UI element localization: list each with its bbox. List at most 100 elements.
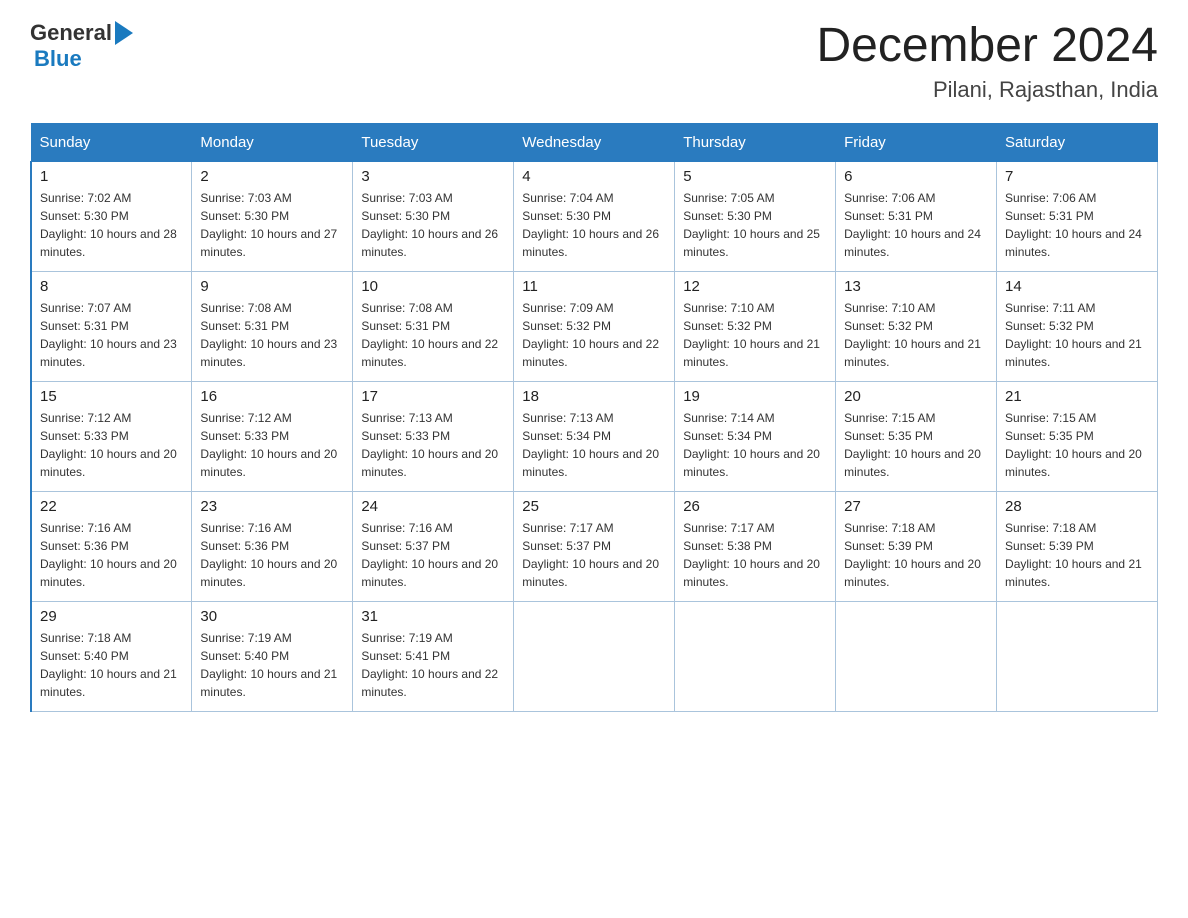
- day-info: Sunrise: 7:04 AMSunset: 5:30 PMDaylight:…: [522, 189, 666, 261]
- day-info: Sunrise: 7:11 AMSunset: 5:32 PMDaylight:…: [1005, 299, 1149, 371]
- header-wednesday: Wednesday: [514, 123, 675, 161]
- page-header: General Blue December 2024 Pilani, Rajas…: [30, 20, 1158, 103]
- day-info: Sunrise: 7:15 AMSunset: 5:35 PMDaylight:…: [844, 409, 988, 481]
- day-number: 27: [844, 498, 988, 515]
- day-number: 30: [200, 608, 344, 625]
- day-info: Sunrise: 7:06 AMSunset: 5:31 PMDaylight:…: [844, 189, 988, 261]
- calendar-cell: 5Sunrise: 7:05 AMSunset: 5:30 PMDaylight…: [675, 161, 836, 271]
- calendar-week-row: 22 Sunrise: 7:16 AMSunset: 5:36 PMDayligh…: [31, 491, 1158, 601]
- day-info: Sunrise: 7:19 AMSunset: 5:41 PMDaylight:…: [361, 629, 505, 701]
- day-number: 7: [1005, 168, 1149, 185]
- day-info: Sunrise: 7:15 AMSunset: 5:35 PMDaylight:…: [1005, 409, 1149, 481]
- day-number: 18: [522, 388, 666, 405]
- day-info: Sunrise: 7:09 AMSunset: 5:32 PMDaylight:…: [522, 299, 666, 371]
- calendar-week-row: 15 Sunrise: 7:12 AMSunset: 5:33 PMDayligh…: [31, 381, 1158, 491]
- calendar-cell: [514, 601, 675, 711]
- day-number: 8: [40, 278, 183, 295]
- day-number: 2: [200, 168, 344, 185]
- month-title: December 2024: [816, 20, 1158, 73]
- logo-triangle-icon: [115, 21, 133, 45]
- day-info: Sunrise: 7:05 AMSunset: 5:30 PMDaylight:…: [683, 189, 827, 261]
- day-number: 13: [844, 278, 988, 295]
- calendar-cell: 20 Sunrise: 7:15 AMSunset: 5:35 PMDayligh…: [836, 381, 997, 491]
- day-info: Sunrise: 7:16 AMSunset: 5:36 PMDaylight:…: [40, 519, 183, 591]
- calendar-cell: 4 Sunrise: 7:04 AMSunset: 5:30 PMDaylight…: [514, 161, 675, 271]
- calendar-cell: 2 Sunrise: 7:03 AMSunset: 5:30 PMDaylight…: [192, 161, 353, 271]
- calendar-header-row: SundayMondayTuesdayWednesdayThursdayFrid…: [31, 123, 1158, 161]
- calendar-cell: [997, 601, 1158, 711]
- day-number: 24: [361, 498, 505, 515]
- calendar-cell: 30 Sunrise: 7:19 AMSunset: 5:40 PMDayligh…: [192, 601, 353, 711]
- calendar-cell: 22 Sunrise: 7:16 AMSunset: 5:36 PMDayligh…: [31, 491, 192, 601]
- day-number: 4: [522, 168, 666, 185]
- header-tuesday: Tuesday: [353, 123, 514, 161]
- calendar-cell: 25 Sunrise: 7:17 AMSunset: 5:37 PMDayligh…: [514, 491, 675, 601]
- day-number: 3: [361, 168, 505, 185]
- calendar-cell: 9Sunrise: 7:08 AMSunset: 5:31 PMDaylight…: [192, 271, 353, 381]
- title-section: December 2024 Pilani, Rajasthan, India: [816, 20, 1158, 103]
- calendar-cell: 14Sunrise: 7:11 AMSunset: 5:32 PMDayligh…: [997, 271, 1158, 381]
- calendar-cell: 11 Sunrise: 7:09 AMSunset: 5:32 PMDayligh…: [514, 271, 675, 381]
- day-info: Sunrise: 7:02 AMSunset: 5:30 PMDaylight:…: [40, 189, 183, 261]
- day-number: 6: [844, 168, 988, 185]
- day-info: Sunrise: 7:06 AMSunset: 5:31 PMDaylight:…: [1005, 189, 1149, 261]
- calendar-cell: [836, 601, 997, 711]
- day-info: Sunrise: 7:19 AMSunset: 5:40 PMDaylight:…: [200, 629, 344, 701]
- day-info: Sunrise: 7:10 AMSunset: 5:32 PMDaylight:…: [683, 299, 827, 371]
- day-info: Sunrise: 7:16 AMSunset: 5:37 PMDaylight:…: [361, 519, 505, 591]
- day-number: 21: [1005, 388, 1149, 405]
- calendar-cell: 1 Sunrise: 7:02 AMSunset: 5:30 PMDaylight…: [31, 161, 192, 271]
- day-number: 22: [40, 498, 183, 515]
- day-number: 20: [844, 388, 988, 405]
- day-number: 29: [40, 608, 183, 625]
- calendar-cell: 24 Sunrise: 7:16 AMSunset: 5:37 PMDayligh…: [353, 491, 514, 601]
- calendar-week-row: 1 Sunrise: 7:02 AMSunset: 5:30 PMDaylight…: [31, 161, 1158, 271]
- day-number: 15: [40, 388, 183, 405]
- header-friday: Friday: [836, 123, 997, 161]
- calendar-cell: [675, 601, 836, 711]
- day-info: Sunrise: 7:17 AMSunset: 5:38 PMDaylight:…: [683, 519, 827, 591]
- day-info: Sunrise: 7:03 AMSunset: 5:30 PMDaylight:…: [361, 189, 505, 261]
- day-info: Sunrise: 7:13 AMSunset: 5:33 PMDaylight:…: [361, 409, 505, 481]
- day-info: Sunrise: 7:14 AMSunset: 5:34 PMDaylight:…: [683, 409, 827, 481]
- day-info: Sunrise: 7:10 AMSunset: 5:32 PMDaylight:…: [844, 299, 988, 371]
- calendar-cell: 29 Sunrise: 7:18 AMSunset: 5:40 PMDayligh…: [31, 601, 192, 711]
- calendar-cell: 16Sunrise: 7:12 AMSunset: 5:33 PMDayligh…: [192, 381, 353, 491]
- calendar-cell: 13 Sunrise: 7:10 AMSunset: 5:32 PMDayligh…: [836, 271, 997, 381]
- day-number: 10: [361, 278, 505, 295]
- day-number: 23: [200, 498, 344, 515]
- calendar-cell: 27Sunrise: 7:18 AMSunset: 5:39 PMDayligh…: [836, 491, 997, 601]
- calendar-cell: 26 Sunrise: 7:17 AMSunset: 5:38 PMDayligh…: [675, 491, 836, 601]
- day-number: 9: [200, 278, 344, 295]
- header-saturday: Saturday: [997, 123, 1158, 161]
- day-info: Sunrise: 7:18 AMSunset: 5:40 PMDaylight:…: [40, 629, 183, 701]
- day-info: Sunrise: 7:03 AMSunset: 5:30 PMDaylight:…: [200, 189, 344, 261]
- day-info: Sunrise: 7:12 AMSunset: 5:33 PMDaylight:…: [40, 409, 183, 481]
- day-number: 19: [683, 388, 827, 405]
- logo-general-text: General: [30, 20, 112, 46]
- day-info: Sunrise: 7:13 AMSunset: 5:34 PMDaylight:…: [522, 409, 666, 481]
- day-number: 28: [1005, 498, 1149, 515]
- calendar-cell: 23 Sunrise: 7:16 AMSunset: 5:36 PMDayligh…: [192, 491, 353, 601]
- calendar-cell: 31 Sunrise: 7:19 AMSunset: 5:41 PMDayligh…: [353, 601, 514, 711]
- day-info: Sunrise: 7:08 AMSunset: 5:31 PMDaylight:…: [361, 299, 505, 371]
- calendar-cell: 18 Sunrise: 7:13 AMSunset: 5:34 PMDayligh…: [514, 381, 675, 491]
- day-number: 1: [40, 168, 183, 185]
- header-thursday: Thursday: [675, 123, 836, 161]
- calendar-cell: 28Sunrise: 7:18 AMSunset: 5:39 PMDayligh…: [997, 491, 1158, 601]
- calendar-cell: 21 Sunrise: 7:15 AMSunset: 5:35 PMDayligh…: [997, 381, 1158, 491]
- logo-blue-text: Blue: [34, 46, 82, 72]
- header-sunday: Sunday: [31, 123, 192, 161]
- calendar-cell: 3 Sunrise: 7:03 AMSunset: 5:30 PMDaylight…: [353, 161, 514, 271]
- header-monday: Monday: [192, 123, 353, 161]
- location-title: Pilani, Rajasthan, India: [816, 77, 1158, 103]
- calendar-cell: 15 Sunrise: 7:12 AMSunset: 5:33 PMDayligh…: [31, 381, 192, 491]
- day-info: Sunrise: 7:17 AMSunset: 5:37 PMDaylight:…: [522, 519, 666, 591]
- day-number: 26: [683, 498, 827, 515]
- day-number: 25: [522, 498, 666, 515]
- calendar-week-row: 8Sunrise: 7:07 AMSunset: 5:31 PMDaylight…: [31, 271, 1158, 381]
- calendar-cell: 8Sunrise: 7:07 AMSunset: 5:31 PMDaylight…: [31, 271, 192, 381]
- day-number: 11: [522, 278, 666, 295]
- day-number: 31: [361, 608, 505, 625]
- day-info: Sunrise: 7:16 AMSunset: 5:36 PMDaylight:…: [200, 519, 344, 591]
